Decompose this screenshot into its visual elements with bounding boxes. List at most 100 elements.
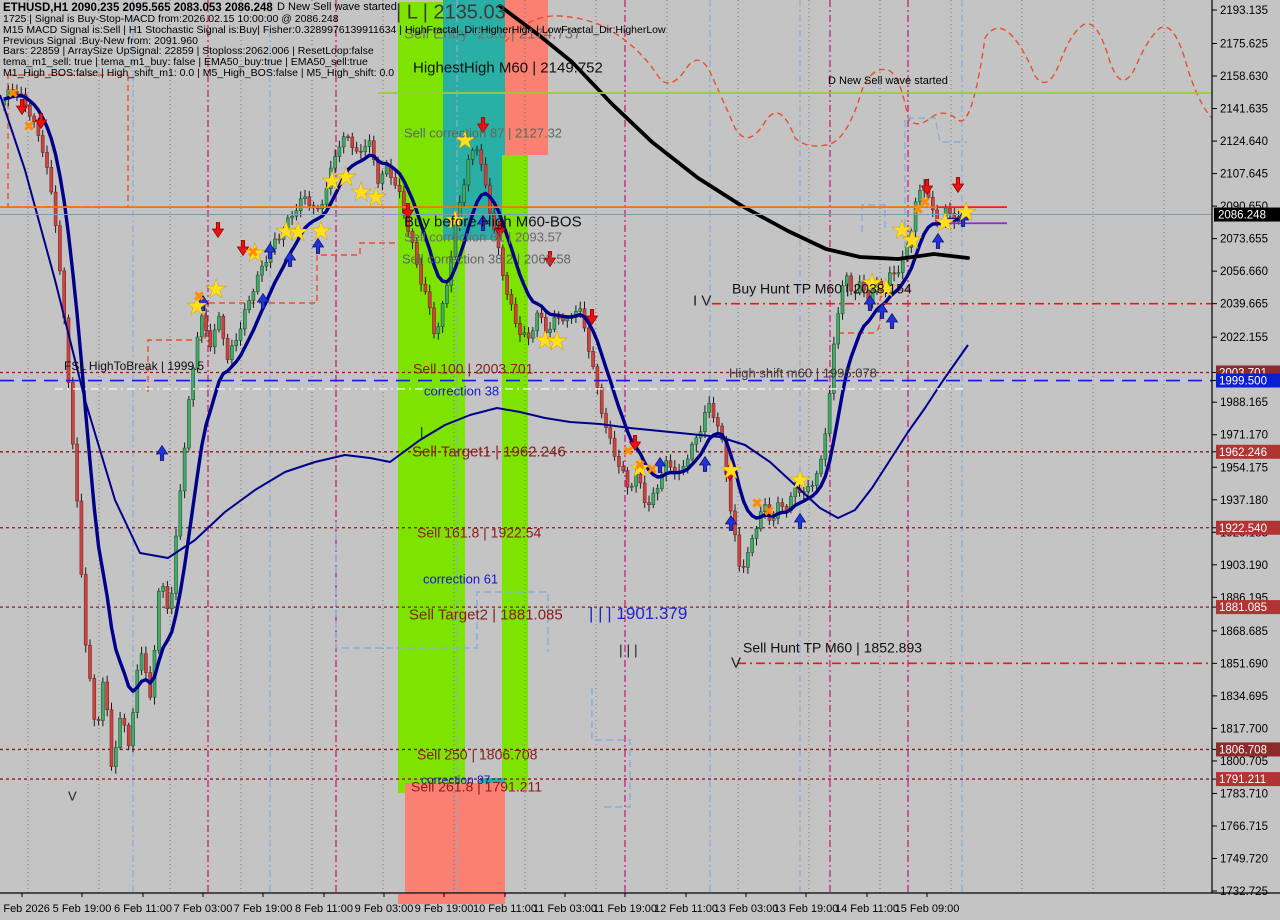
bear-candle bbox=[433, 308, 436, 334]
green-zone-c-band[interactable] bbox=[502, 155, 528, 790]
x-cross-marker[interactable]: ✖ bbox=[247, 245, 259, 261]
bull-candle bbox=[140, 654, 143, 670]
bear-candle bbox=[76, 444, 79, 501]
bull-candle bbox=[342, 137, 345, 147]
x-cross-marker[interactable]: ✖ bbox=[634, 458, 646, 474]
chart-annotation[interactable]: correction 38 bbox=[424, 384, 499, 399]
chart-annotation[interactable]: | L | 2135.03 bbox=[396, 2, 506, 24]
x-cross-marker[interactable]: ✖ bbox=[646, 462, 658, 478]
signal-star-marker[interactable]: ★ bbox=[934, 208, 956, 236]
bear-candle bbox=[540, 313, 543, 317]
chart-annotation[interactable]: Sell correction 61 | 2093.57 bbox=[404, 230, 562, 245]
bull-candle bbox=[751, 538, 754, 552]
bull-candle bbox=[897, 273, 900, 274]
bull-candle bbox=[463, 185, 466, 203]
signal-star-marker[interactable]: ★ bbox=[365, 183, 387, 211]
bull-candle bbox=[381, 174, 384, 183]
chart-annotation[interactable]: Sell Hunt TP M60 | 1852.893 bbox=[743, 639, 922, 655]
chart-annotation[interactable]: Sell 250 | 1806.708 bbox=[417, 746, 538, 762]
time-tick-label: 15 Feb 09:00 bbox=[895, 903, 960, 915]
signal-star-marker[interactable]: ★ bbox=[310, 217, 332, 245]
signal-star-marker[interactable]: ★ bbox=[789, 466, 811, 494]
chart-annotation[interactable]: Buy before High M60-BOS bbox=[404, 213, 582, 230]
x-cross-marker[interactable]: ✖ bbox=[7, 86, 19, 102]
chart-annotation[interactable]: Sell 100 | 2003.701 bbox=[413, 360, 534, 376]
chart-annotation[interactable]: Sell Target2 | 1881.085 bbox=[409, 606, 563, 623]
chart-annotation[interactable]: Sell 161.8 | 1922.54 bbox=[417, 524, 542, 540]
signal-star-marker[interactable]: ★ bbox=[287, 218, 309, 246]
price-tick-label: 2193.135 bbox=[1220, 5, 1268, 17]
bear-candle bbox=[149, 673, 152, 698]
bull-candle bbox=[703, 412, 706, 431]
time-tick-label: 11 Feb 03:00 bbox=[533, 903, 597, 915]
bull-candle bbox=[566, 319, 569, 321]
chart-annotation[interactable]: | bbox=[420, 425, 423, 440]
x-cross-marker[interactable]: ✖ bbox=[622, 444, 634, 460]
chart-annotation[interactable]: FSL HighToBreak | 1999.5 bbox=[64, 359, 204, 373]
signal-star-marker[interactable]: ★ bbox=[205, 275, 227, 303]
salmon-zone-bottom-band[interactable] bbox=[405, 783, 505, 904]
chart-annotation[interactable]: V bbox=[731, 654, 741, 671]
current-price-badge-label: 2086.248 bbox=[1218, 210, 1266, 222]
bull-candle bbox=[695, 438, 698, 445]
chart-annotation[interactable]: Sell Target1 | 1962.246 bbox=[412, 443, 566, 460]
price-tick-label: 2158.630 bbox=[1220, 71, 1268, 83]
chart-annotation[interactable]: D New Sell wave started bbox=[277, 1, 397, 13]
bear-candle bbox=[527, 333, 530, 338]
bear-candle bbox=[46, 152, 49, 167]
bear-candle bbox=[428, 292, 431, 308]
x-cross-marker[interactable]: ✖ bbox=[23, 119, 35, 135]
time-tick-label: 5 Feb 19:00 bbox=[53, 903, 112, 915]
x-cross-marker[interactable]: ✖ bbox=[763, 504, 775, 520]
signal-star-marker[interactable]: ★ bbox=[955, 198, 977, 226]
chart-annotation[interactable]: | | | bbox=[619, 641, 638, 657]
bull-candle bbox=[630, 486, 633, 487]
bull-candle bbox=[295, 211, 298, 217]
signal-star-marker[interactable]: ★ bbox=[901, 226, 923, 254]
chart-annotation[interactable]: HighestHigh M60 | 2149.752 bbox=[413, 59, 603, 76]
bull-candle bbox=[230, 346, 233, 360]
time-tick-label: 8 Feb 11:00 bbox=[295, 903, 353, 915]
bear-candle bbox=[209, 331, 212, 347]
x-cross-marker[interactable]: ✖ bbox=[751, 496, 763, 512]
bear-candle bbox=[424, 284, 427, 291]
bull-candle bbox=[467, 159, 470, 185]
x-cross-marker[interactable]: ✖ bbox=[919, 195, 931, 211]
chart-annotation[interactable]: High shift m60 | 1995.078 bbox=[729, 366, 877, 381]
bear-candle bbox=[41, 136, 44, 153]
chart-annotation[interactable]: D New Sell wave started bbox=[828, 75, 948, 87]
bull-candle bbox=[119, 718, 122, 747]
bear-candle bbox=[622, 466, 625, 470]
chart-annotation[interactable]: Sell correction 87 | 2127.32 bbox=[404, 126, 562, 141]
bear-candle bbox=[648, 503, 651, 505]
chart-annotation[interactable]: I V bbox=[693, 292, 711, 309]
bull-candle bbox=[218, 316, 221, 330]
price-tick-label: 1903.190 bbox=[1220, 560, 1268, 572]
bull-candle bbox=[755, 529, 758, 539]
bull-candle bbox=[243, 310, 246, 329]
chart-annotation[interactable]: Sell correction 38.2 | 2062.58 bbox=[402, 252, 571, 267]
bull-candle bbox=[828, 393, 831, 433]
chart-annotation[interactable]: correction 61 bbox=[423, 572, 498, 587]
signal-star-marker[interactable]: ★ bbox=[546, 327, 568, 355]
signal-star-marker[interactable]: ★ bbox=[720, 456, 742, 484]
time-tick-label: 6 Feb 11:00 bbox=[114, 903, 172, 915]
price-chart[interactable]: ★★★★★★★★★★★★★★★★★★★★★★★✖✖✖✖✖✖✖✖✖✖✖D New … bbox=[0, 0, 1280, 920]
bear-candle bbox=[97, 719, 100, 720]
bull-candle bbox=[820, 459, 823, 473]
chart-annotation[interactable]: V bbox=[68, 789, 77, 804]
bear-candle bbox=[519, 323, 522, 334]
bear-candle bbox=[84, 574, 87, 645]
x-cross-marker[interactable]: ✖ bbox=[193, 289, 205, 305]
chart-annotation[interactable]: | | | 1901.379 bbox=[589, 604, 687, 623]
bull-candle bbox=[691, 444, 694, 459]
chart-annotation[interactable]: Sell Entry -23.6 | 2174.737 bbox=[404, 25, 581, 42]
bull-candle bbox=[811, 486, 814, 487]
price-tick-label: 1988.165 bbox=[1220, 397, 1268, 409]
chart-annotation[interactable]: Buy Hunt TP M60 | 2038.154 bbox=[732, 280, 912, 296]
chart-annotation[interactable]: Sell 261.8 | 1791.211 bbox=[411, 778, 542, 794]
bear-candle bbox=[643, 483, 646, 503]
price-level-badge-label: 1962.246 bbox=[1219, 447, 1267, 459]
bear-candle bbox=[58, 226, 61, 271]
bear-candle bbox=[308, 197, 311, 206]
